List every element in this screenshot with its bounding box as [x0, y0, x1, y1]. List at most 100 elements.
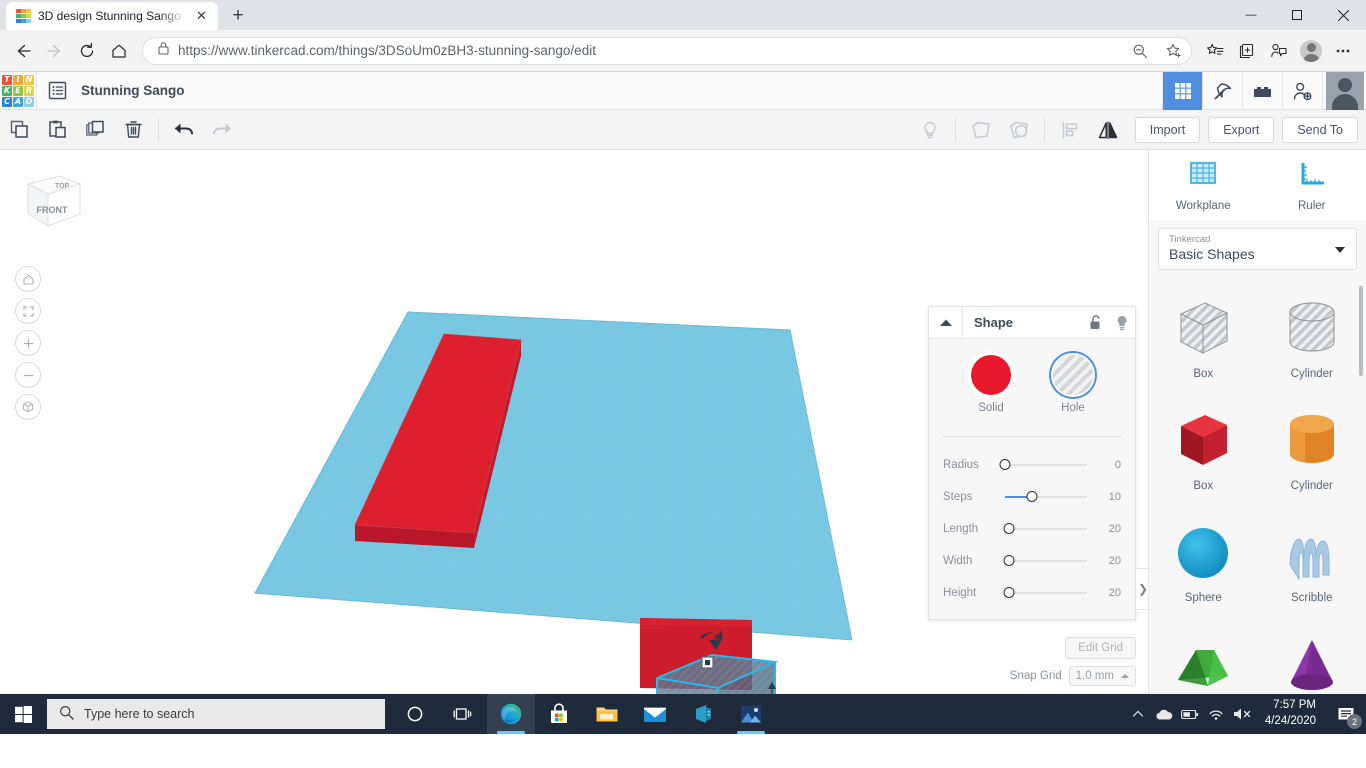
blocks-icon[interactable]: [1242, 72, 1282, 110]
edge-icon[interactable]: [487, 694, 535, 734]
copy-icon[interactable]: [0, 110, 38, 150]
show-hidden-icon[interactable]: [1125, 694, 1151, 734]
browser-profile-feedback-icon[interactable]: [1264, 36, 1294, 66]
slider-track[interactable]: [1003, 587, 1087, 598]
zoom-out-icon[interactable]: [1127, 38, 1153, 64]
send-to-button[interactable]: Send To: [1282, 117, 1358, 143]
office-icon[interactable]: [679, 694, 727, 734]
battery-icon[interactable]: [1177, 694, 1203, 734]
group-icon[interactable]: [962, 110, 1000, 150]
hole-swatch[interactable]: [1053, 355, 1093, 395]
align-icon[interactable]: [1051, 110, 1089, 150]
fit-view-icon[interactable]: [15, 298, 41, 324]
close-window-button[interactable]: [1320, 0, 1366, 30]
slider-row-height[interactable]: Height 20: [943, 577, 1121, 609]
shape-item-cylinder-1[interactable]: Cylinder: [1258, 284, 1366, 396]
collections-icon[interactable]: [1232, 36, 1262, 66]
slider-knob[interactable]: [999, 459, 1011, 470]
shape-item-box-2[interactable]: Box: [1149, 396, 1258, 508]
slider-knob[interactable]: [1026, 491, 1038, 502]
slider-row-steps[interactable]: Steps 10: [943, 481, 1121, 513]
home-icon[interactable]: [104, 36, 134, 66]
paste-icon[interactable]: [38, 110, 76, 150]
volume-muted-icon[interactable]: [1229, 694, 1259, 734]
shape-item-scribble-5[interactable]: Scribble: [1258, 508, 1366, 620]
notifications-button[interactable]: 2: [1326, 694, 1366, 734]
mirror-icon[interactable]: [1089, 110, 1127, 150]
project-title[interactable]: Stunning Sango: [81, 83, 185, 98]
shape-item-cylinder-3[interactable]: Cylinder: [1258, 396, 1366, 508]
project-menu-icon[interactable]: [37, 72, 77, 110]
unlock-icon[interactable]: [1083, 307, 1109, 339]
slider-knob[interactable]: [1003, 555, 1015, 566]
slider-track[interactable]: [1005, 491, 1087, 502]
slider-row-width[interactable]: Width 20: [943, 545, 1121, 577]
slider-row-radius[interactable]: Radius 0: [943, 449, 1121, 481]
add-person-icon[interactable]: [1282, 72, 1322, 110]
solid-color-swatch[interactable]: [971, 355, 1011, 395]
lightbulb-icon[interactable]: [1109, 307, 1135, 339]
back-icon[interactable]: [8, 36, 38, 66]
shape-item-roof-6[interactable]: Roof: [1149, 620, 1258, 694]
browser-more-menu-icon[interactable]: [1328, 36, 1358, 66]
zoom-out-icon[interactable]: [15, 362, 41, 388]
photos-icon[interactable]: [727, 694, 775, 734]
maximize-button[interactable]: [1274, 0, 1320, 30]
taskbar-clock[interactable]: 7:57 PM 4/24/2020: [1259, 694, 1326, 734]
cortana-icon[interactable]: [391, 694, 439, 734]
delete-icon[interactable]: [114, 110, 152, 150]
task-view-icon[interactable]: [439, 694, 487, 734]
export-button[interactable]: Export: [1208, 117, 1275, 143]
panel-expand-handle[interactable]: ❯: [1136, 568, 1148, 610]
slider-track[interactable]: [999, 459, 1087, 470]
workplane-tool[interactable]: Workplane: [1149, 160, 1258, 212]
3d-canvas[interactable]: TOP FRONT Edit Grid Snap Grid 1.0 mm Sha…: [0, 150, 1148, 694]
favorite-star-icon[interactable]: [1161, 38, 1187, 64]
ruler-tool[interactable]: Ruler: [1258, 160, 1366, 212]
zoom-in-icon[interactable]: [15, 330, 41, 356]
home-view-icon[interactable]: [15, 266, 41, 292]
slider-track[interactable]: [1003, 555, 1087, 566]
file-explorer-icon[interactable]: [583, 694, 631, 734]
grid-view-icon[interactable]: [1162, 72, 1202, 110]
shape-item-cone-7[interactable]: Cone: [1258, 620, 1366, 694]
browser-tab[interactable]: 3D design Stunning Sango | Tink ✕: [6, 2, 218, 30]
user-avatar[interactable]: [1322, 72, 1366, 110]
new-tab-button[interactable]: +: [224, 2, 252, 30]
favorites-list-icon[interactable]: [1200, 36, 1230, 66]
shape-item-sphere-4[interactable]: Sphere: [1149, 508, 1258, 620]
tinkercad-logo[interactable]: TIN KER CAD: [0, 73, 36, 109]
pickaxe-icon[interactable]: [1202, 72, 1242, 110]
mail-icon[interactable]: [631, 694, 679, 734]
collapse-panel-icon[interactable]: [929, 306, 963, 339]
slider-row-length[interactable]: Length 20: [943, 513, 1121, 545]
lightbulb-icon[interactable]: [911, 110, 949, 150]
onedrive-icon[interactable]: [1151, 694, 1177, 734]
wifi-icon[interactable]: [1203, 694, 1229, 734]
close-icon[interactable]: ✕: [193, 8, 210, 25]
slider-knob[interactable]: [1003, 587, 1015, 598]
microsoft-store-icon[interactable]: [535, 694, 583, 734]
perspective-icon[interactable]: [15, 394, 41, 420]
solid-option[interactable]: Solid: [971, 355, 1011, 414]
hole-option[interactable]: Hole: [1053, 355, 1093, 414]
slider-track[interactable]: [1003, 523, 1087, 534]
address-bar[interactable]: https://www.tinkercad.com/things/3DSoUm0…: [142, 36, 1192, 65]
shape-library-select[interactable]: Tinkercad Basic Shapes: [1158, 228, 1357, 270]
import-button[interactable]: Import: [1134, 117, 1201, 143]
profile-avatar[interactable]: [1296, 36, 1326, 66]
ungroup-icon[interactable]: [1000, 110, 1038, 150]
taskbar-search[interactable]: Type here to search: [47, 699, 385, 729]
minimize-button[interactable]: —: [1228, 0, 1274, 30]
snap-grid-select[interactable]: 1.0 mm: [1068, 666, 1136, 686]
shape-item-box-0[interactable]: Box: [1149, 284, 1258, 396]
reload-icon[interactable]: [72, 36, 102, 66]
undo-icon[interactable]: [165, 110, 203, 150]
edit-grid-button[interactable]: Edit Grid: [1065, 637, 1136, 659]
start-button[interactable]: [0, 694, 46, 734]
shape-item-label: Cylinder: [1290, 480, 1333, 492]
duplicate-icon[interactable]: [76, 110, 114, 150]
slider-knob[interactable]: [1003, 523, 1015, 534]
shapes-scrollbar[interactable]: [1359, 286, 1363, 376]
view-cube[interactable]: TOP FRONT: [14, 168, 84, 234]
